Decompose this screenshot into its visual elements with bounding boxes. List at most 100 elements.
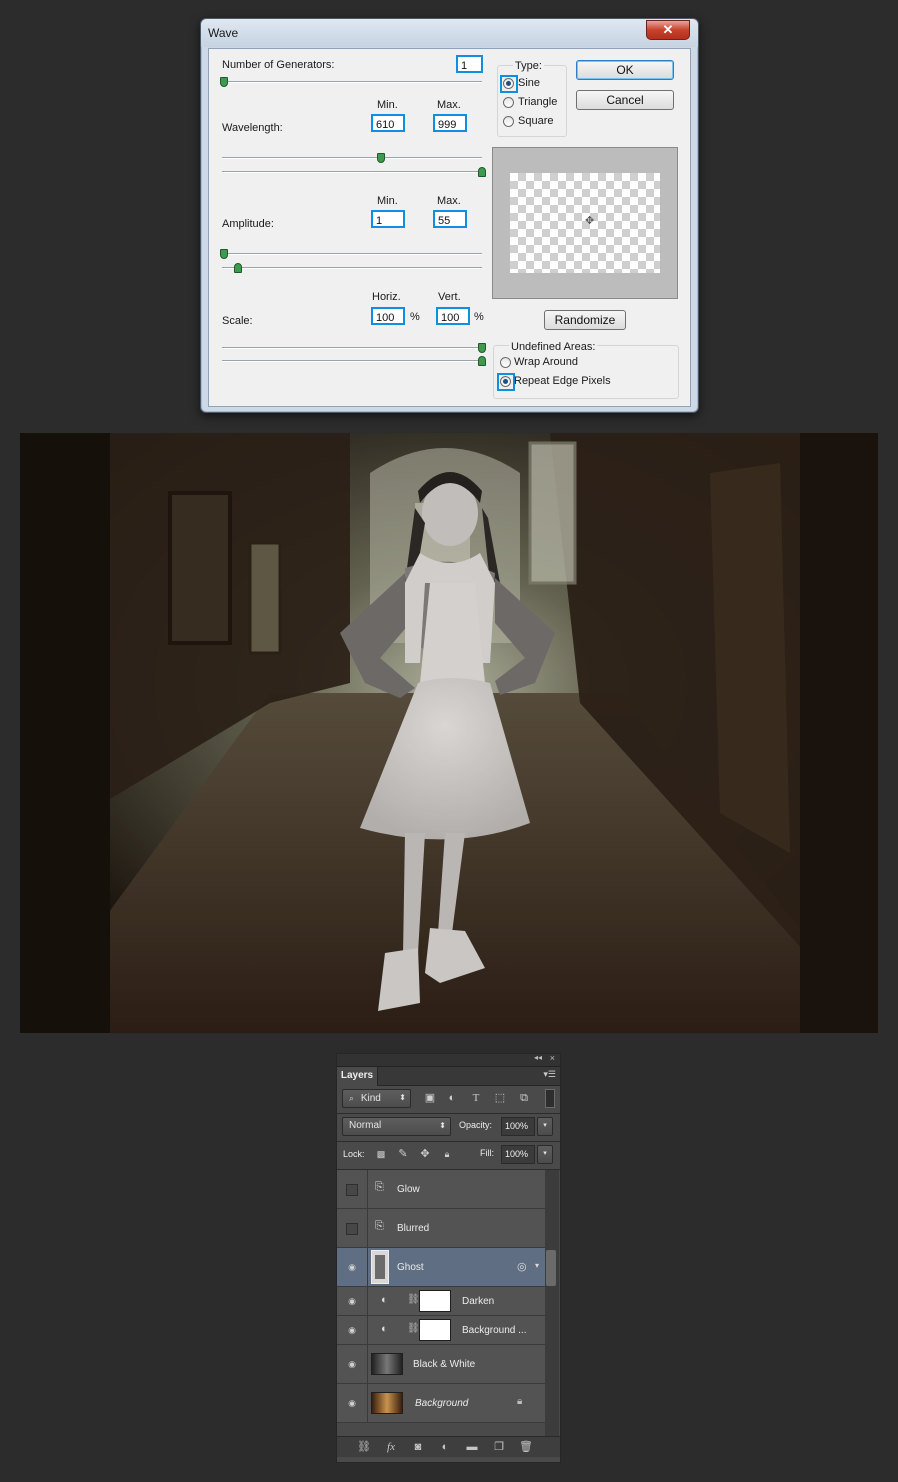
layer-row-glow[interactable]: ⎘ Glow — [337, 1170, 545, 1209]
close-panel-icon[interactable]: × — [550, 1053, 555, 1063]
layer-thumbnail[interactable] — [371, 1392, 403, 1414]
eye-icon[interactable]: ◉ — [346, 1295, 358, 1307]
wavelength-min-track[interactable] — [222, 157, 482, 159]
wavelength-min-handle[interactable] — [377, 153, 385, 163]
randomize-button[interactable]: Randomize — [544, 310, 626, 330]
visibility-toggle-off[interactable] — [346, 1184, 358, 1196]
layer-name[interactable]: Glow — [397, 1184, 420, 1195]
square-radio[interactable] — [503, 116, 514, 127]
triangle-label[interactable]: Triangle — [518, 96, 557, 108]
chain-link-icon[interactable]: ⛓︎ — [407, 1323, 420, 1334]
layer-thumbnail[interactable] — [371, 1353, 403, 1375]
square-label[interactable]: Square — [518, 115, 553, 127]
chain-link-icon[interactable]: ⛓︎ — [407, 1294, 420, 1305]
wrap-around-radio[interactable] — [500, 357, 511, 368]
layer-name[interactable]: Background ... — [462, 1325, 526, 1336]
layer-row-background[interactable]: ◉ Background 🔒︎ — [337, 1384, 545, 1423]
sine-label[interactable]: Sine — [518, 77, 540, 89]
lock-position-icon[interactable]: ✥ — [418, 1147, 432, 1161]
scale-vert-input[interactable]: 100 — [436, 307, 470, 325]
scale-horiz-unit: % — [410, 311, 420, 323]
expand-effects-icon[interactable]: ▾ — [535, 1261, 539, 1270]
fx-icon[interactable]: fx — [384, 1440, 398, 1454]
layer-row-darken[interactable]: ◉ ◐ ⛓︎ Darken — [337, 1287, 545, 1316]
lock-transparent-icon[interactable]: ▩ — [374, 1147, 388, 1161]
scale-horiz-handle[interactable] — [478, 343, 486, 353]
double-arrow-left-icon[interactable]: ◂◂ — [534, 1053, 542, 1062]
visibility-toggle-off[interactable] — [346, 1223, 358, 1235]
amplitude-max-input[interactable]: 55 — [433, 210, 467, 228]
ok-button[interactable]: OK — [576, 60, 674, 80]
shape-filter-icon[interactable]: ⬚ — [493, 1091, 507, 1105]
add-mask-icon[interactable]: ◙ — [411, 1440, 425, 1454]
scale-horiz-input[interactable]: 100 — [371, 307, 405, 325]
new-layer-icon[interactable]: ❐ — [492, 1440, 506, 1454]
layer-name[interactable]: Background — [415, 1398, 468, 1409]
layer-row-background-adjust[interactable]: ◉ ◐ ⛓︎ Background ... — [337, 1316, 545, 1345]
divider — [367, 1248, 368, 1286]
layer-mask-thumbnail[interactable] — [419, 1319, 451, 1341]
layer-name[interactable]: Black & White — [413, 1359, 475, 1370]
wavelength-min-input[interactable]: 610 — [371, 114, 405, 132]
generators-input[interactable]: 1 — [456, 55, 483, 73]
image-filter-icon[interactable]: ▣ — [423, 1091, 437, 1105]
layer-row-black-white[interactable]: ◉ Black & White — [337, 1345, 545, 1384]
smart-object-filter-icon[interactable]: ⧉ — [517, 1091, 531, 1105]
filter-toggle-switch[interactable] — [545, 1089, 555, 1108]
generators-slider-handle[interactable] — [220, 77, 228, 87]
filter-kind-select[interactable]: ⌕ Kind ⬍ — [342, 1089, 411, 1108]
trash-icon[interactable]: 🗑︎ — [519, 1440, 533, 1454]
scrollbar-thumb[interactable] — [546, 1250, 556, 1286]
ghost-layer-thumbnail[interactable] — [371, 1250, 389, 1284]
amplitude-min-input[interactable]: 1 — [371, 210, 405, 228]
panel-menu-icon[interactable]: ▾☰ — [543, 1069, 556, 1080]
layer-mask-thumbnail[interactable] — [419, 1290, 451, 1312]
adjustment-filter-icon[interactable]: ◐ — [445, 1091, 459, 1105]
repeat-edge-pixels-radio[interactable] — [500, 376, 511, 387]
layer-name[interactable]: Ghost — [397, 1262, 424, 1273]
triangle-radio[interactable] — [503, 97, 514, 108]
wave-preview[interactable]: ✥ — [492, 147, 678, 299]
layer-row-blurred[interactable]: ⎘ Blurred — [337, 1209, 545, 1248]
scale-vert-track[interactable] — [222, 360, 482, 362]
opacity-input[interactable]: 100% — [501, 1117, 535, 1136]
eye-icon[interactable]: ◉ — [346, 1261, 358, 1273]
amplitude-min-track[interactable] — [222, 253, 482, 255]
eye-icon[interactable]: ◉ — [346, 1324, 358, 1336]
adjustment-layer-icon: ◐ — [381, 1323, 388, 1335]
amplitude-min-handle[interactable] — [220, 249, 228, 259]
link-layers-icon[interactable]: ⛓︎ — [357, 1440, 371, 1454]
new-group-folder-icon[interactable]: ▬ — [465, 1440, 479, 1454]
lock-all-icon[interactable]: 🔒︎ — [440, 1147, 454, 1161]
blend-mode-select[interactable]: Normal ⬍ — [342, 1117, 451, 1136]
dialog-titlebar[interactable]: Wave ✕ — [201, 19, 698, 47]
eye-icon[interactable]: ◉ — [346, 1358, 358, 1370]
type-filter-icon[interactable]: T — [469, 1091, 483, 1105]
layer-effects-icon[interactable]: ◎ — [517, 1260, 527, 1273]
tab-layers[interactable]: Layers — [337, 1067, 378, 1086]
scale-horiz-track[interactable] — [222, 347, 482, 349]
wrap-around-label[interactable]: Wrap Around — [514, 356, 578, 368]
panel-top-strip[interactable]: ◂◂ × — [337, 1053, 560, 1067]
wavelength-max-handle[interactable] — [478, 167, 486, 177]
close-button[interactable]: ✕ — [646, 20, 690, 40]
eye-icon[interactable]: ◉ — [346, 1397, 358, 1409]
layer-name[interactable]: Blurred — [397, 1223, 429, 1234]
repeat-edge-pixels-label[interactable]: Repeat Edge Pixels — [514, 375, 611, 387]
amplitude-max-handle[interactable] — [234, 263, 242, 273]
layer-name[interactable]: Darken — [462, 1296, 494, 1307]
fill-dropdown-button[interactable]: ▾ — [537, 1145, 553, 1164]
new-adjustment-icon[interactable]: ◐ — [438, 1440, 452, 1454]
lock-brush-icon[interactable]: ✎ — [396, 1147, 410, 1161]
fill-input[interactable]: 100% — [501, 1145, 535, 1164]
scale-vert-handle[interactable] — [478, 356, 486, 366]
layers-scrollbar[interactable] — [545, 1170, 559, 1436]
layer-row-ghost[interactable]: ◉ Ghost ◎ ▾ — [337, 1248, 545, 1287]
sine-radio[interactable] — [503, 78, 514, 89]
generators-slider-track[interactable] — [222, 81, 482, 83]
cancel-button[interactable]: Cancel — [576, 90, 674, 110]
wavelength-max-track[interactable] — [222, 171, 482, 173]
amplitude-max-track[interactable] — [222, 267, 482, 269]
wavelength-max-input[interactable]: 999 — [433, 114, 467, 132]
opacity-dropdown-button[interactable]: ▾ — [537, 1117, 553, 1136]
